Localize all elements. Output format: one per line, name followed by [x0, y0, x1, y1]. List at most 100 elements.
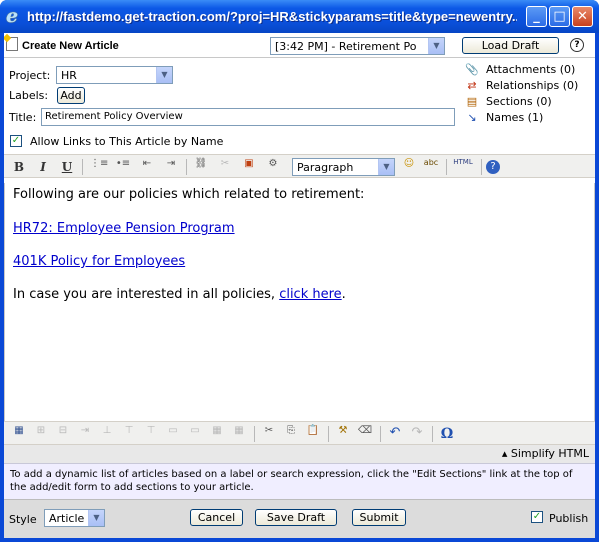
emoticon-icon[interactable]: ☺: [400, 158, 418, 176]
submit-button[interactable]: Submit: [352, 509, 406, 526]
editor-paragraph: 401K Policy for Employees: [13, 254, 185, 269]
simplify-bar: ▴ Simplify HTML: [4, 445, 595, 463]
sections-link[interactable]: ▤ Sections (0): [462, 94, 595, 110]
table-op-icon[interactable]: ▭: [164, 425, 182, 443]
cancel-button[interactable]: Cancel: [190, 509, 243, 526]
paste-button[interactable]: 📋: [304, 425, 322, 443]
cut-button[interactable]: ✂: [260, 425, 278, 443]
style-select-value: Article: [49, 512, 85, 525]
table-op-icon[interactable]: ⊤: [142, 425, 160, 443]
paperclip-icon: 📎: [465, 63, 479, 76]
indent-button[interactable]: ⇥: [162, 158, 180, 176]
table-op-icon[interactable]: ⊥: [98, 425, 116, 443]
window-title: http://fastdemo.get-traction.com/?proj=H…: [27, 9, 517, 24]
copy-button[interactable]: ⎘: [282, 425, 300, 443]
labels-label: Labels:: [9, 89, 49, 102]
help-icon[interactable]: ?: [570, 38, 584, 52]
clean-format-button[interactable]: ⚒: [334, 425, 352, 443]
spellcheck-button[interactable]: abc: [422, 158, 440, 176]
editor-help-icon[interactable]: ?: [486, 160, 500, 174]
publish-label: Publish: [549, 512, 589, 525]
table-op-icon[interactable]: ▦: [230, 425, 248, 443]
table-op-icon[interactable]: ⇥: [76, 425, 94, 443]
link-401k[interactable]: 401K Policy for Employees: [13, 254, 185, 269]
project-select-value: HR: [61, 69, 77, 82]
title-label: Title:: [9, 111, 37, 124]
link-button[interactable]: ⛓: [192, 158, 210, 176]
dialog-footer: Style Article ▼ Cancel Save Draft Submit…: [4, 499, 595, 538]
style-label: Style: [9, 513, 37, 526]
table-op-icon[interactable]: ⊤: [120, 425, 138, 443]
toolbar-separator: [380, 426, 381, 442]
project-select[interactable]: HR ▼: [56, 66, 173, 84]
format-select-value: Paragraph: [297, 161, 354, 174]
chevron-down-icon: ▼: [428, 38, 444, 54]
simplify-html-toggle[interactable]: ▴ Simplify HTML: [502, 447, 589, 460]
image-button[interactable]: ▣: [240, 158, 258, 176]
allow-links-label: Allow Links to This Article by Name: [30, 135, 224, 148]
page-title: Create New Article: [22, 40, 119, 52]
sections-tip: To add a dynamic list of articles based …: [4, 463, 595, 499]
draft-select[interactable]: [3:42 PM] - Retirement Po ▼: [270, 37, 445, 55]
internet-explorer-icon: e: [6, 5, 19, 27]
browser-window: e http://fastdemo.get-traction.com/?proj…: [0, 0, 599, 542]
save-draft-button[interactable]: Save Draft: [255, 509, 337, 526]
draft-select-value: [3:42 PM] - Retirement Po: [275, 40, 417, 53]
publish-checkbox[interactable]: ✓: [531, 511, 543, 523]
load-draft-button[interactable]: Load Draft: [462, 37, 559, 54]
table-op-icon[interactable]: ⊟: [54, 425, 72, 443]
toolbar-separator: [446, 159, 447, 175]
relationships-link[interactable]: ⇄ Relationships (0): [462, 78, 595, 94]
redo-button[interactable]: ↷: [408, 425, 426, 443]
toolbar-separator: [481, 159, 482, 175]
attachments-link[interactable]: 📎 Attachments (0): [462, 62, 595, 78]
outdent-button[interactable]: ⇤: [138, 158, 156, 176]
unlink-button[interactable]: ✂: [216, 158, 234, 176]
bold-button[interactable]: B: [10, 158, 28, 176]
window-border: [0, 538, 599, 542]
attachments-label: Attachments (0): [486, 63, 576, 76]
names-label: Names (1): [486, 111, 544, 124]
rich-text-editor[interactable]: Following are our policies which related…: [4, 183, 595, 421]
chevron-down-icon: ▼: [88, 510, 104, 526]
sections-label: Sections (0): [486, 95, 552, 108]
toolbar-separator: [82, 159, 83, 175]
minimize-button[interactable]: _: [526, 6, 547, 27]
link-hr72[interactable]: HR72: Employee Pension Program: [13, 221, 235, 236]
toolbar-separator: [186, 159, 187, 175]
title-input[interactable]: Retirement Policy Overview: [41, 108, 455, 126]
eraser-button[interactable]: ⌫: [356, 425, 374, 443]
editor-paragraph: In case you are interested in all polici…: [13, 287, 346, 302]
undo-button[interactable]: ↶: [386, 425, 404, 443]
relationships-icon: ⇄: [467, 79, 477, 92]
maximize-button[interactable]: □: [549, 6, 570, 27]
toolbar-separator: [254, 426, 255, 442]
table-op-icon[interactable]: ⊞: [32, 425, 50, 443]
toolbar-separator: [328, 426, 329, 442]
add-label-button[interactable]: Add: [57, 87, 85, 104]
editor-paragraph: HR72: Employee Pension Program: [13, 221, 235, 236]
table-op-icon[interactable]: ▦: [208, 425, 226, 443]
html-source-button[interactable]: HTML: [451, 158, 475, 176]
new-article-icon: [6, 37, 18, 51]
underline-button[interactable]: U: [58, 158, 76, 176]
toolbar-separator: [432, 426, 433, 442]
click-here-link[interactable]: click here: [279, 287, 341, 302]
names-link[interactable]: ↘ Names (1): [462, 110, 595, 126]
special-character-button[interactable]: Ω: [438, 425, 456, 443]
relationships-label: Relationships (0): [486, 79, 579, 92]
settings-gear-icon[interactable]: ⚙: [264, 158, 282, 176]
unordered-list-button[interactable]: •≡: [114, 158, 132, 176]
editor-text: In case you are interested in all polici…: [13, 287, 280, 302]
chevron-down-icon: ▼: [156, 67, 172, 83]
title-bar[interactable]: e http://fastdemo.get-traction.com/?proj…: [0, 0, 599, 33]
ordered-list-button[interactable]: ⋮≡: [90, 158, 108, 176]
insert-table-button[interactable]: ▦: [10, 425, 28, 443]
close-button[interactable]: ✕: [572, 6, 593, 27]
italic-button[interactable]: I: [34, 158, 52, 176]
style-select[interactable]: Article ▼: [44, 509, 105, 527]
project-label: Project:: [9, 69, 51, 82]
allow-links-checkbox[interactable]: ✓: [10, 135, 22, 147]
format-select[interactable]: Paragraph ▼: [292, 158, 395, 176]
table-op-icon[interactable]: ▭: [186, 425, 204, 443]
